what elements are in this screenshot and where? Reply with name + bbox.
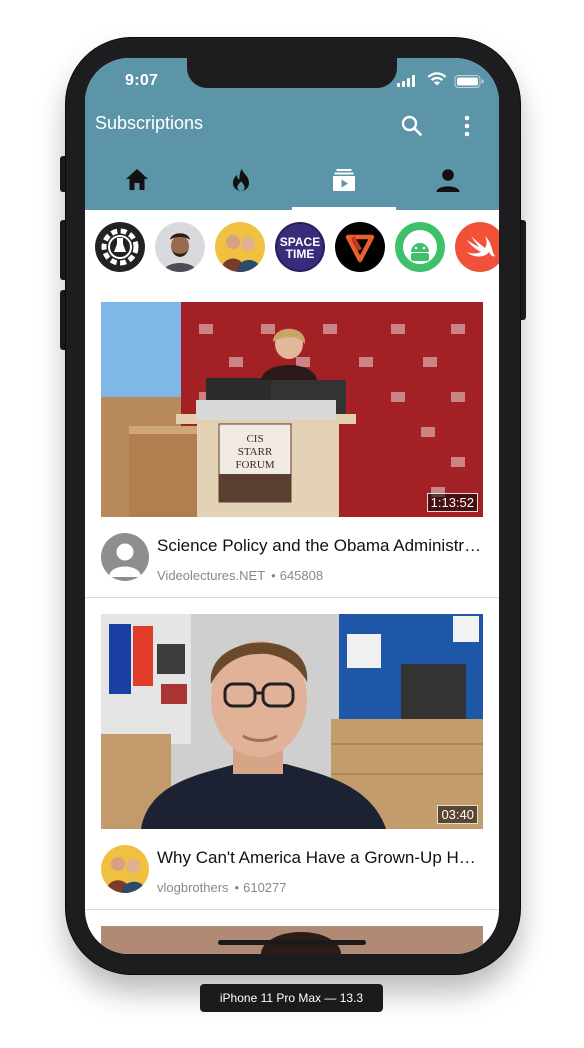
video-title[interactable]: Science Policy and the Obama Administr… xyxy=(157,536,487,556)
vlog-thumbnail-image xyxy=(101,614,483,829)
battery-icon xyxy=(454,75,484,88)
wifi-icon xyxy=(427,72,447,86)
channel-gear-logo[interactable] xyxy=(95,222,145,272)
svg-text:CIS: CIS xyxy=(246,433,263,445)
status-icons xyxy=(397,72,484,88)
channel-strip: SPACE TIME xyxy=(85,210,499,288)
tab-home[interactable] xyxy=(85,154,189,210)
video-meta: vlogbrothers • 610277 xyxy=(157,880,287,895)
channel-swift-logo[interactable] xyxy=(455,222,499,272)
device-screen: 9:07 Subscriptions SPACE TIME CIS STARR … xyxy=(85,58,499,954)
channel-veritasium-logo[interactable] xyxy=(335,222,385,272)
status-time: 9:07 xyxy=(125,72,159,89)
video-duration: 1:13:52 xyxy=(426,493,478,512)
default-avatar-icon xyxy=(101,533,149,581)
notch xyxy=(187,58,397,88)
fire-icon xyxy=(232,168,249,191)
subscriptions-icon xyxy=(333,169,355,191)
lecture-thumbnail-image: CIS STARR FORUM xyxy=(101,302,483,517)
channel-avatar-brothers[interactable] xyxy=(215,222,265,272)
video-card[interactable]: 03:40 Why Can't America Have a Grown-Up … xyxy=(85,614,499,910)
video-title[interactable]: Why Can't America Have a Grown-Up H… xyxy=(157,848,487,868)
vlogbrothers-avatar xyxy=(101,845,149,893)
page-title: Subscriptions xyxy=(95,113,204,133)
channel-android-logo[interactable] xyxy=(395,222,445,272)
video-card[interactable]: CIS STARR FORUM 1:13:52 Science Policy a… xyxy=(85,302,499,598)
app-bar: 9:07 Subscriptions xyxy=(85,58,499,210)
svg-text:TIME: TIME xyxy=(286,247,315,261)
video-duration: 03:40 xyxy=(437,805,478,824)
home-icon xyxy=(126,169,148,190)
device-label: iPhone 11 Pro Max — 13.3 xyxy=(200,984,383,1012)
video-meta: Videolectures.NET • 645808 xyxy=(157,568,323,583)
divider xyxy=(85,909,499,910)
tab-trending[interactable] xyxy=(189,154,293,210)
svg-text:STARR: STARR xyxy=(238,446,273,458)
channel-name: vlogbrothers xyxy=(157,880,229,895)
person-icon xyxy=(436,169,459,192)
home-indicator[interactable] xyxy=(218,940,366,945)
divider xyxy=(85,597,499,598)
channel-space-time[interactable]: SPACE TIME xyxy=(275,222,325,272)
video-thumbnail[interactable]: 03:40 xyxy=(101,614,483,829)
channel-avatar[interactable] xyxy=(101,845,149,893)
tab-bar xyxy=(85,154,499,210)
tab-account[interactable] xyxy=(396,154,500,210)
channel-name: Videolectures.NET xyxy=(157,568,266,583)
more-vertical-icon[interactable] xyxy=(453,112,481,140)
view-count: 645808 xyxy=(279,568,324,583)
channel-avatar[interactable] xyxy=(101,533,149,581)
tab-subscriptions[interactable] xyxy=(292,154,396,210)
separator-dot: • xyxy=(234,880,240,895)
svg-text:FORUM: FORUM xyxy=(235,459,274,471)
signal-icon xyxy=(397,75,415,87)
search-icon[interactable] xyxy=(398,112,426,140)
view-count: 610277 xyxy=(243,880,287,895)
channel-avatar-man[interactable] xyxy=(155,222,205,272)
separator-dot: • xyxy=(271,568,276,583)
video-thumbnail[interactable]: CIS STARR FORUM 1:13:52 xyxy=(101,302,483,517)
